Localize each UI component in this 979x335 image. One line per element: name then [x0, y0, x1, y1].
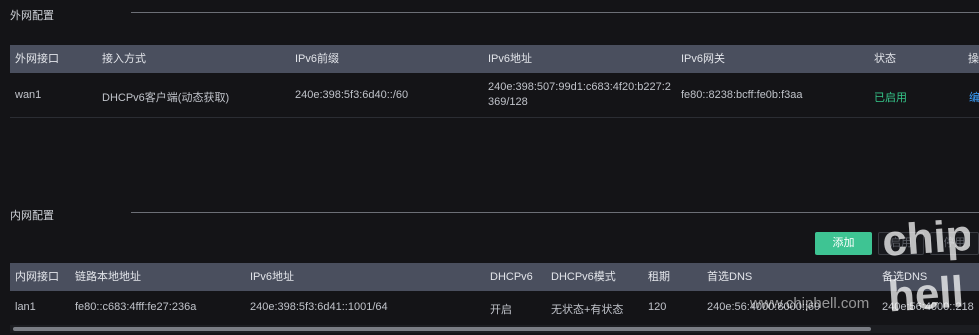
lan-col-lease: 租期 — [648, 271, 670, 283]
wan-row-prefix: 240e:398:5f3:6d40::/60 — [295, 89, 409, 101]
wan-row-address-line1: 240e:398:507:99d1:c683:4f20:b227:2 — [488, 81, 671, 93]
wan-col-interface: 外网接口 — [15, 53, 59, 65]
wan-row-gateway: fe80::8238:bcff:fe0b:f3aa — [681, 89, 803, 101]
lan-table-header: 内网接口 链路本地地址 IPv6地址 DHCPv6 DHCPv6模式 租期 首选… — [10, 263, 979, 291]
lan-col-dns1: 首选DNS — [707, 271, 753, 283]
lan-section-title: 内网配置 — [10, 210, 54, 222]
wan-row-status: 已启用 — [874, 92, 907, 104]
wan-row-access: DHCPv6客户端(动态获取) — [102, 92, 230, 104]
watermark-logo: chip hell — [881, 211, 970, 322]
wan-col-gateway: IPv6网关 — [681, 53, 726, 65]
wan-row-divider — [10, 117, 979, 118]
watermark-logo-bottom: hell — [886, 267, 965, 321]
wan-section-divider — [131, 12, 979, 13]
lan-row-link-local: fe80::c683:4fff:fe27:236a — [75, 301, 197, 313]
watermark-url: www.chiphell.com — [750, 295, 870, 312]
add-button[interactable]: 添加 — [815, 232, 872, 255]
wan-section-title: 外网配置 — [10, 10, 54, 22]
lan-row-address: 240e:398:5f3:6d41::1001/64 — [250, 301, 388, 313]
wan-table-header: 外网接口 接入方式 IPv6前缀 IPv6地址 IPv6网关 状态 操 — [10, 45, 979, 73]
wan-col-status: 状态 — [874, 53, 896, 65]
lan-col-address: IPv6地址 — [250, 271, 295, 283]
lan-row-lease: 120 — [648, 301, 667, 313]
lan-row-mode: 无状态+有状态 — [551, 304, 624, 316]
lan-col-dhcpv6: DHCPv6 — [490, 271, 533, 283]
wan-row-edit-link[interactable]: 编 — [969, 89, 979, 105]
lan-row-dhcpv6: 开启 — [490, 304, 512, 316]
wan-col-address: IPv6地址 — [488, 53, 533, 65]
horizontal-scrollbar-thumb[interactable] — [13, 327, 871, 331]
wan-table-row: wan1 DHCPv6客户端(动态获取) 240e:398:5f3:6d40::… — [10, 73, 979, 117]
wan-row-address-line2: 369/128 — [488, 96, 528, 108]
wan-col-access: 接入方式 — [102, 53, 146, 65]
lan-col-interface: 内网接口 — [15, 271, 59, 283]
lan-section-divider — [131, 212, 979, 213]
watermark-logo-top: chip — [881, 211, 970, 266]
wan-row-interface: wan1 — [15, 89, 42, 101]
wan-col-action: 操 — [968, 53, 979, 65]
lan-col-mode: DHCPv6模式 — [551, 271, 616, 283]
wan-col-prefix: IPv6前缀 — [295, 53, 340, 65]
lan-col-link-local: 链路本地地址 — [75, 271, 141, 283]
lan-row-interface: lan1 — [15, 301, 36, 313]
